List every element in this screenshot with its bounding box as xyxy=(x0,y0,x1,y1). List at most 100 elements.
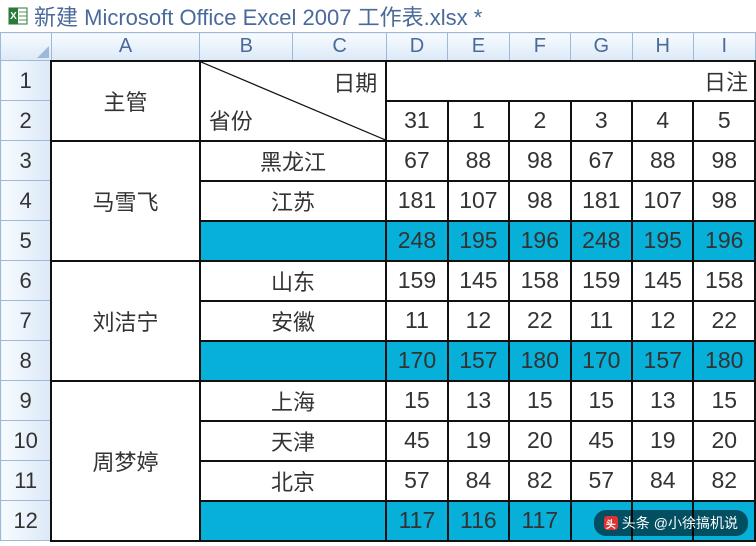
cell-total-blank[interactable] xyxy=(200,501,387,541)
row-header-10[interactable]: 10 xyxy=(1,421,52,461)
cell-value[interactable]: 88 xyxy=(632,141,693,181)
cell-value[interactable]: 12 xyxy=(632,301,693,341)
cell-province[interactable]: 北京 xyxy=(200,461,387,501)
cell-total[interactable]: 248 xyxy=(571,221,632,261)
cell-value[interactable]: 82 xyxy=(693,461,755,501)
cell-value[interactable]: 22 xyxy=(509,301,570,341)
cell-supervisor-name[interactable]: 周梦婷 xyxy=(51,381,199,541)
cell-total[interactable]: 170 xyxy=(571,341,632,381)
row-header-5[interactable]: 5 xyxy=(1,221,52,261)
cell-value[interactable]: 11 xyxy=(571,301,632,341)
cell-province[interactable]: 上海 xyxy=(200,381,387,421)
cell-value[interactable]: 19 xyxy=(448,421,509,461)
col-header-H[interactable]: H xyxy=(632,33,693,61)
cell-value[interactable]: 181 xyxy=(386,181,447,221)
select-all-corner[interactable] xyxy=(1,33,52,61)
cell-value[interactable]: 98 xyxy=(693,181,755,221)
cell-total[interactable]: 180 xyxy=(509,341,570,381)
cell-value[interactable]: 67 xyxy=(386,141,447,181)
row-header-1[interactable]: 1 xyxy=(1,61,52,101)
cell-province[interactable]: 天津 xyxy=(200,421,387,461)
cell-total[interactable]: 117 xyxy=(386,501,447,541)
cell-value[interactable]: 45 xyxy=(571,421,632,461)
cell-value[interactable]: 158 xyxy=(509,261,570,301)
cell-total[interactable]: 117 xyxy=(509,501,570,541)
cell-total[interactable]: 180 xyxy=(693,341,755,381)
col-header-E[interactable]: E xyxy=(448,33,509,61)
cell-supervisor-label[interactable]: 主管 xyxy=(51,61,199,141)
cell-total[interactable]: 195 xyxy=(448,221,509,261)
col-header-D[interactable]: D xyxy=(386,33,447,61)
cell-diagonal-header[interactable]: 日期 省份 xyxy=(200,61,387,141)
row-header-8[interactable]: 8 xyxy=(1,341,52,381)
cell-right-label[interactable]: 日注 xyxy=(386,61,755,101)
cell-province[interactable]: 安徽 xyxy=(200,301,387,341)
cell-province[interactable]: 江苏 xyxy=(200,181,387,221)
row-header-2[interactable]: 2 xyxy=(1,101,52,141)
col-header-B[interactable]: B xyxy=(200,33,293,61)
cell-day[interactable]: 2 xyxy=(509,101,570,141)
cell-value[interactable]: 20 xyxy=(693,421,755,461)
cell-value[interactable]: 84 xyxy=(632,461,693,501)
row-header-12[interactable]: 12 xyxy=(1,501,52,541)
row-header-3[interactable]: 3 xyxy=(1,141,52,181)
cell-day[interactable]: 3 xyxy=(571,101,632,141)
cell-value[interactable]: 11 xyxy=(386,301,447,341)
cell-value[interactable]: 15 xyxy=(571,381,632,421)
cell-day[interactable]: 1 xyxy=(448,101,509,141)
col-header-F[interactable]: F xyxy=(509,33,570,61)
cell-value[interactable]: 57 xyxy=(386,461,447,501)
cell-total[interactable]: 195 xyxy=(632,221,693,261)
row-header-11[interactable]: 11 xyxy=(1,461,52,501)
cell-total[interactable]: 196 xyxy=(693,221,755,261)
cell-supervisor-name[interactable]: 马雪飞 xyxy=(51,141,199,261)
cell-value[interactable]: 57 xyxy=(571,461,632,501)
cell-value[interactable]: 13 xyxy=(448,381,509,421)
cell-value[interactable]: 15 xyxy=(386,381,447,421)
cell-value[interactable]: 145 xyxy=(448,261,509,301)
row-header-6[interactable]: 6 xyxy=(1,261,52,301)
cell-value[interactable]: 98 xyxy=(509,181,570,221)
cell-value[interactable]: 107 xyxy=(632,181,693,221)
col-header-I[interactable]: I xyxy=(693,33,755,61)
table-row[interactable]: 1 主管 日期 省份 日注 xyxy=(1,61,756,101)
col-header-C[interactable]: C xyxy=(293,33,386,61)
table-row[interactable]: 9 周梦婷 上海 15 13 15 15 13 15 xyxy=(1,381,756,421)
cell-value[interactable]: 15 xyxy=(509,381,570,421)
cell-value[interactable]: 158 xyxy=(693,261,755,301)
cell-value[interactable]: 67 xyxy=(571,141,632,181)
cell-value[interactable]: 159 xyxy=(571,261,632,301)
cell-value[interactable]: 181 xyxy=(571,181,632,221)
cell-supervisor-name[interactable]: 刘洁宁 xyxy=(51,261,199,381)
cell-value[interactable]: 82 xyxy=(509,461,570,501)
cell-value[interactable]: 145 xyxy=(632,261,693,301)
row-header-9[interactable]: 9 xyxy=(1,381,52,421)
cell-province[interactable]: 黑龙江 xyxy=(200,141,387,181)
cell-total[interactable]: 196 xyxy=(509,221,570,261)
col-header-G[interactable]: G xyxy=(571,33,632,61)
cell-value[interactable]: 22 xyxy=(693,301,755,341)
spreadsheet-grid[interactable]: A B C D E F G H I 1 主管 日期 省份 日注 2 3 1 1 xyxy=(0,32,756,542)
cell-total-blank[interactable] xyxy=(200,221,387,261)
cell-value[interactable]: 159 xyxy=(386,261,447,301)
cell-value[interactable]: 19 xyxy=(632,421,693,461)
cell-value[interactable]: 107 xyxy=(448,181,509,221)
cell-total[interactable]: 157 xyxy=(448,341,509,381)
cell-total[interactable]: 170 xyxy=(386,341,447,381)
cell-value[interactable]: 45 xyxy=(386,421,447,461)
table-row[interactable]: 6 刘洁宁 山东 159 145 158 159 145 158 xyxy=(1,261,756,301)
row-header-4[interactable]: 4 xyxy=(1,181,52,221)
cell-total-blank[interactable] xyxy=(200,341,387,381)
cell-value[interactable]: 15 xyxy=(693,381,755,421)
cell-province[interactable]: 山东 xyxy=(200,261,387,301)
row-header-7[interactable]: 7 xyxy=(1,301,52,341)
cell-value[interactable]: 84 xyxy=(448,461,509,501)
cell-value[interactable]: 13 xyxy=(632,381,693,421)
cell-value[interactable]: 20 xyxy=(509,421,570,461)
cell-value[interactable]: 98 xyxy=(509,141,570,181)
column-header-row[interactable]: A B C D E F G H I xyxy=(1,33,756,61)
col-header-A[interactable]: A xyxy=(51,33,199,61)
cell-day[interactable]: 4 xyxy=(632,101,693,141)
cell-day[interactable]: 5 xyxy=(693,101,755,141)
table-row[interactable]: 3 马雪飞 黑龙江 67 88 98 67 88 98 xyxy=(1,141,756,181)
